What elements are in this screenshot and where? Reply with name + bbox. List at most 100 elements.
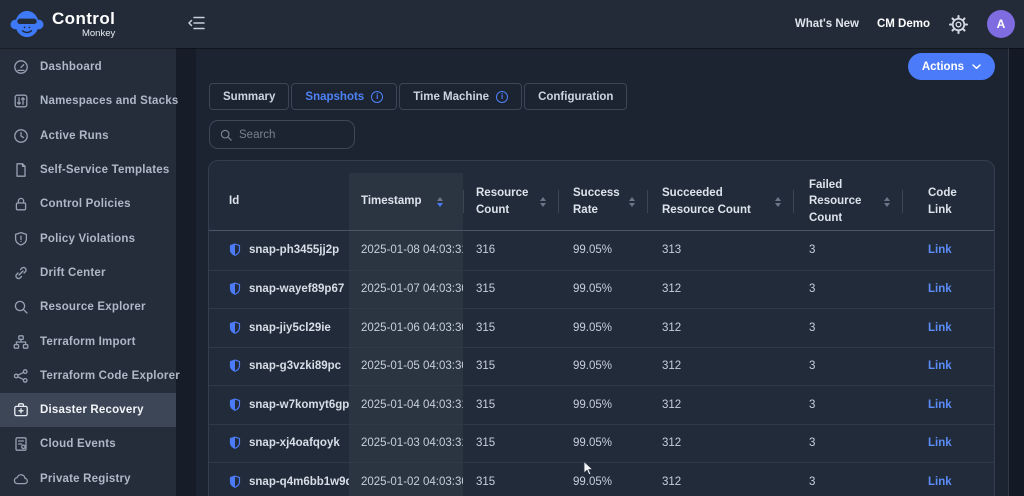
table-row[interactable]: snap-q4m6bb1w9d2025-01-02 04:03:3031599.… bbox=[209, 462, 994, 496]
cell-code-link: Link bbox=[902, 271, 994, 309]
sidebar-item-label: Drift Center bbox=[40, 267, 106, 279]
cell-success-rate: 99.05% bbox=[558, 463, 647, 496]
topbar-right: What's New CM Demo bbox=[795, 10, 1024, 38]
cell-succeeded-resource-count: 312 bbox=[647, 271, 793, 309]
cell-resource-count: 316 bbox=[463, 231, 558, 270]
column-header-success-rate[interactable]: Success Rate bbox=[558, 173, 647, 230]
sidebar-item-label: Control Policies bbox=[40, 198, 131, 210]
sort-icon[interactable] bbox=[437, 197, 443, 207]
sidebar-item-drift-center[interactable]: Drift Center bbox=[0, 256, 176, 290]
tab-configuration[interactable]: Configuration bbox=[524, 83, 627, 110]
column-header-failed-resource-count[interactable]: Failed Resource Count bbox=[793, 173, 902, 230]
snapshot-id: snap-q4m6bb1w9d bbox=[249, 476, 349, 488]
column-header-succeeded-resource-count[interactable]: Succeeded Resource Count bbox=[647, 173, 793, 230]
cell-resource-count: 315 bbox=[463, 309, 558, 347]
sidebar-item-active-runs[interactable]: Active Runs bbox=[0, 119, 176, 153]
snapshot-id: snap-ph3455jj2p bbox=[249, 244, 339, 256]
info-icon[interactable]: i bbox=[371, 91, 383, 103]
cell-succeeded-resource-count: 312 bbox=[647, 425, 793, 463]
sidebar-item-cloud-events[interactable]: Cloud Events bbox=[0, 427, 176, 461]
code-link[interactable]: Link bbox=[928, 360, 952, 372]
logo[interactable]: Control Monkey bbox=[0, 8, 115, 41]
whats-new-link[interactable]: What's New bbox=[795, 18, 859, 30]
cell-resource-count: 315 bbox=[463, 348, 558, 386]
sidebar-item-label: Private Registry bbox=[40, 473, 131, 485]
code-link[interactable]: Link bbox=[928, 437, 952, 449]
table-row[interactable]: snap-wayef89p672025-01-07 04:03:3031599.… bbox=[209, 270, 994, 309]
sidebar-item-terraform-import[interactable]: Terraform Import bbox=[0, 324, 176, 358]
sidebar-item-label: Disaster Recovery bbox=[40, 404, 144, 416]
snapshot-icon bbox=[229, 436, 241, 450]
cell-code-link: Link bbox=[902, 425, 994, 463]
tabs: SummarySnapshotsiTime MachineiConfigurat… bbox=[209, 83, 627, 110]
sidebar-item-terraform-code-explorer[interactable]: Terraform Code Explorer bbox=[0, 359, 176, 393]
cell-failed-resource-count: 3 bbox=[793, 231, 902, 270]
gear-icon[interactable] bbox=[948, 14, 969, 35]
cell-failed-resource-count: 3 bbox=[793, 463, 902, 496]
active-runs-icon bbox=[13, 128, 29, 144]
cell-code-link: Link bbox=[902, 231, 994, 270]
sidebar-item-resource-explorer[interactable]: Resource Explorer bbox=[0, 290, 176, 324]
snapshot-icon bbox=[229, 282, 241, 296]
snapshots-table: IdTimestampResource CountSuccess RateSuc… bbox=[208, 160, 995, 496]
table-row[interactable]: snap-w7komyt6gp2025-01-04 04:03:3131599.… bbox=[209, 385, 994, 424]
table-row[interactable]: snap-g3vzki89pc2025-01-05 04:03:3031599.… bbox=[209, 347, 994, 386]
table-row[interactable]: snap-jiy5cl29ie2025-01-06 04:03:3031599.… bbox=[209, 308, 994, 347]
code-link[interactable]: Link bbox=[928, 322, 952, 334]
sidebar-item-label: Self-Service Templates bbox=[40, 164, 169, 176]
sidebar-item-private-registry[interactable]: Private Registry bbox=[0, 462, 176, 496]
logo-text: Control Monkey bbox=[52, 10, 115, 39]
topbar: Control Monkey What's New CM Demo bbox=[0, 0, 1024, 48]
code-link[interactable]: Link bbox=[928, 399, 952, 411]
disaster-icon bbox=[13, 402, 29, 418]
code-link[interactable]: Link bbox=[928, 283, 952, 295]
tab-time-machine[interactable]: Time Machinei bbox=[399, 83, 522, 110]
actions-button[interactable]: Actions bbox=[908, 53, 995, 80]
tab-snapshots[interactable]: Snapshots i bbox=[291, 83, 397, 110]
code-link[interactable]: Link bbox=[928, 244, 952, 256]
column-header-id: Id bbox=[209, 173, 349, 230]
cell-id: snap-g3vzki89pc bbox=[209, 348, 349, 386]
cell-id: snap-q4m6bb1w9d bbox=[209, 463, 349, 496]
sidebar-collapse-icon[interactable] bbox=[187, 14, 207, 37]
search-input[interactable] bbox=[239, 129, 344, 141]
account-menu[interactable]: CM Demo bbox=[877, 18, 930, 30]
cell-failed-resource-count: 3 bbox=[793, 271, 902, 309]
snapshot-icon bbox=[229, 243, 241, 257]
code-link[interactable]: Link bbox=[928, 476, 952, 488]
sidebar-item-policy-violations[interactable]: Policy Violations bbox=[0, 221, 176, 255]
namespaces-icon bbox=[13, 93, 29, 109]
cell-resource-count: 315 bbox=[463, 271, 558, 309]
avatar[interactable]: A bbox=[987, 10, 1015, 38]
column-header-timestamp[interactable]: Timestamp bbox=[349, 173, 463, 230]
tab-label: Configuration bbox=[538, 91, 613, 103]
sidebar-item-disaster-recovery[interactable]: Disaster Recovery bbox=[0, 393, 176, 427]
snapshot-id: snap-w7komyt6gp bbox=[249, 399, 349, 411]
search-box[interactable] bbox=[209, 120, 355, 149]
column-header-resource-count[interactable]: Resource Count bbox=[463, 173, 558, 230]
page-scrollbar[interactable] bbox=[1008, 48, 1024, 496]
sort-icon[interactable] bbox=[775, 197, 781, 207]
cell-code-link: Link bbox=[902, 463, 994, 496]
cell-timestamp: 2025-01-07 04:03:30 bbox=[349, 271, 463, 309]
sort-icon[interactable] bbox=[884, 197, 890, 207]
sort-icon[interactable] bbox=[629, 197, 635, 207]
sidebar-item-dashboard[interactable]: Dashboard bbox=[0, 50, 176, 84]
cell-resource-count: 315 bbox=[463, 425, 558, 463]
cell-succeeded-resource-count: 312 bbox=[647, 309, 793, 347]
sidebar-item-namespaces-and-stacks[interactable]: Namespaces and Stacks bbox=[0, 84, 176, 118]
sidebar-item-label: Policy Violations bbox=[40, 233, 135, 245]
cell-failed-resource-count: 3 bbox=[793, 348, 902, 386]
cell-failed-resource-count: 3 bbox=[793, 309, 902, 347]
sidebar-item-control-policies[interactable]: Control Policies bbox=[0, 187, 176, 221]
table-row[interactable]: snap-ph3455jj2p2025-01-08 04:03:3131699.… bbox=[209, 231, 994, 270]
tab-label: Snapshots bbox=[305, 91, 364, 103]
sidebar-item-self-service-templates[interactable]: Self-Service Templates bbox=[0, 153, 176, 187]
tab-label: Summary bbox=[223, 91, 275, 103]
sidebar-nav: DashboardNamespaces and StacksActive Run… bbox=[0, 50, 176, 496]
table-row[interactable]: snap-xj4oafqoyk2025-01-03 04:03:3131599.… bbox=[209, 424, 994, 463]
registry-icon bbox=[13, 471, 29, 487]
sort-icon[interactable] bbox=[540, 197, 546, 207]
info-icon[interactable]: i bbox=[496, 91, 508, 103]
tab-summary[interactable]: Summary bbox=[209, 83, 289, 110]
